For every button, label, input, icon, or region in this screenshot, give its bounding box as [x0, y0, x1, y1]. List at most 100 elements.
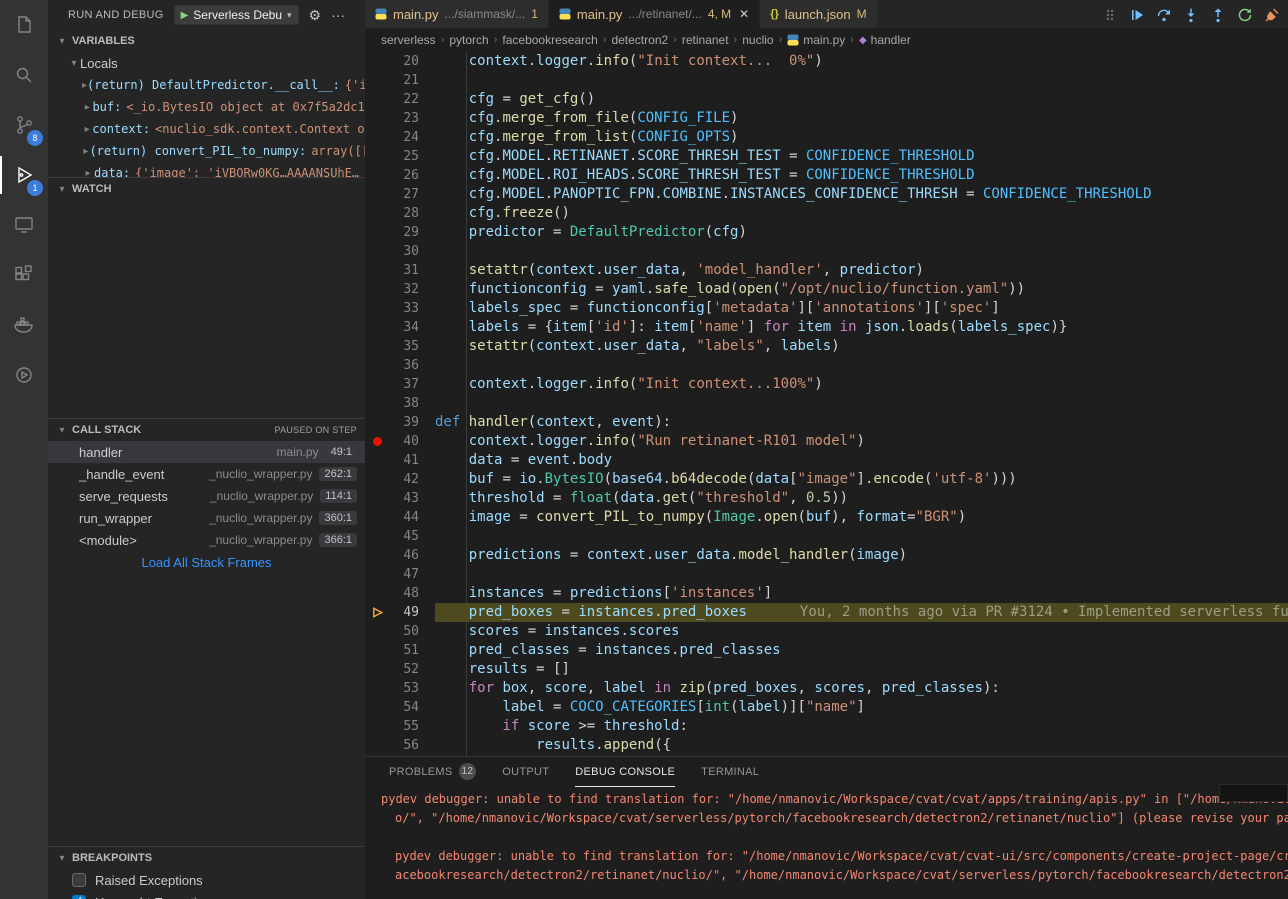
panel-tab-problems[interactable]: PROBLEMS 12 — [389, 757, 476, 787]
variable-row[interactable]: ▸ (return) DefaultPredictor.__call__: {'… — [48, 74, 365, 96]
code-line-44[interactable]: 44 image = convert_PIL_to_numpy(Image.op… — [365, 508, 1288, 527]
console-filter-input[interactable] — [1219, 784, 1288, 802]
close-icon[interactable]: ✕ — [739, 7, 749, 21]
code-line-34[interactable]: 34 labels = {item['id']: item['name'] fo… — [365, 318, 1288, 337]
breakpoints-header[interactable]: ▾ BREAKPOINTS — [48, 847, 365, 869]
code-text: cfg.MODEL.PANOPTIC_FPN.COMBINE.INSTANCES… — [435, 185, 1288, 204]
breakpoint-checkbox[interactable] — [72, 873, 86, 887]
code-line-23[interactable]: 23 cfg.merge_from_file(CONFIG_FILE) — [365, 109, 1288, 128]
breakpoint-row[interactable]: Uncaught Exceptions — [48, 891, 365, 899]
code-line-41[interactable]: 41 data = event.body — [365, 451, 1288, 470]
code-line-54[interactable]: 54 label = COCO_CATEGORIES[int(label)]["… — [365, 698, 1288, 717]
panel-tab-terminal[interactable]: TERMINAL — [701, 757, 759, 787]
code-line-40[interactable]: 40 context.logger.info("Run retinanet-R1… — [365, 432, 1288, 451]
search-icon[interactable] — [0, 50, 48, 100]
breadcrumb-item[interactable]: pytorch — [449, 33, 488, 47]
call-stack-header[interactable]: ▾ CALL STACK PAUSED ON STEP — [48, 419, 365, 441]
code-line-30[interactable]: 30 — [365, 242, 1288, 261]
stack-frame-row[interactable]: run_wrapper _nuclio_wrapper.py 360:1 — [48, 507, 365, 529]
start-debug-icon[interactable]: ▶ — [181, 10, 189, 21]
code-line-21[interactable]: 21 — [365, 71, 1288, 90]
variable-row[interactable]: ▸ context: <nuclio_sdk.context.Context o… — [48, 118, 365, 140]
code-line-55[interactable]: 55 if score >= threshold: — [365, 717, 1288, 736]
code-line-26[interactable]: 26 cfg.MODEL.ROI_HEADS.SCORE_THRESH_TEST… — [365, 166, 1288, 185]
code-line-20[interactable]: 20 context.logger.info("Init context... … — [365, 52, 1288, 71]
step-over-icon[interactable] — [1154, 4, 1174, 26]
code-line-45[interactable]: 45 — [365, 527, 1288, 546]
code-line-51[interactable]: 51 pred_classes = instances.pred_classes — [365, 641, 1288, 660]
breakpoint-row[interactable]: Raised Exceptions — [48, 869, 365, 891]
stack-frame-row[interactable]: _handle_event _nuclio_wrapper.py 262:1 — [48, 463, 365, 485]
stack-frame-row[interactable]: handler main.py 49:1 — [48, 441, 365, 463]
code-line-22[interactable]: 22 cfg = get_cfg() — [365, 90, 1288, 109]
stack-frame-row[interactable]: serve_requests _nuclio_wrapper.py 114:1 — [48, 485, 365, 507]
code-line-27[interactable]: 27 cfg.MODEL.PANOPTIC_FPN.COMBINE.INSTAN… — [365, 185, 1288, 204]
editor-tab[interactable]: main.py .../siammask/... 1 — [365, 0, 549, 28]
code-line-32[interactable]: 32 functionconfig = yaml.safe_load(open(… — [365, 280, 1288, 299]
code-line-53[interactable]: 53 for box, score, label in zip(pred_box… — [365, 679, 1288, 698]
breakpoint-icon[interactable] — [373, 437, 382, 446]
step-into-icon[interactable] — [1181, 4, 1201, 26]
code-line-46[interactable]: 46 predictions = context.user_data.model… — [365, 546, 1288, 565]
panel-tab-debug-console[interactable]: DEBUG CONSOLE — [575, 757, 675, 787]
code-line-43[interactable]: 43 threshold = float(data.get("threshold… — [365, 489, 1288, 508]
docker-icon[interactable] — [0, 300, 48, 350]
code-line-38[interactable]: 38 — [365, 394, 1288, 413]
code-line-37[interactable]: 37 context.logger.info("Init context...1… — [365, 375, 1288, 394]
breadcrumb-item[interactable]: main.py — [787, 33, 845, 47]
editor-tab[interactable]: {} launch.json M — [760, 0, 877, 28]
more-actions-icon[interactable]: ··· — [331, 7, 345, 23]
stack-frame-row[interactable]: <module> _nuclio_wrapper.py 366:1 — [48, 529, 365, 551]
variables-header[interactable]: ▾ VARIABLES — [48, 30, 365, 52]
scope-locals[interactable]: ▾ Locals — [48, 52, 365, 74]
restart-icon[interactable] — [1235, 4, 1255, 26]
watch-header[interactable]: ▾ WATCH — [48, 178, 365, 200]
test-explorer-icon[interactable] — [0, 350, 48, 400]
launch-config-dropdown[interactable]: ▶ Serverless Debu ▾ — [174, 5, 299, 25]
code-line-25[interactable]: 25 cfg.MODEL.RETINANET.SCORE_THRESH_TEST… — [365, 147, 1288, 166]
code-line-31[interactable]: 31 setattr(context.user_data, 'model_han… — [365, 261, 1288, 280]
source-control-icon[interactable]: 8 — [0, 100, 48, 150]
toolbar-grip-icon[interactable] — [1100, 4, 1120, 26]
code-line-42[interactable]: 42 buf = io.BytesIO(base64.b64decode(dat… — [365, 470, 1288, 489]
code-line-29[interactable]: 29 predictor = DefaultPredictor(cfg) — [365, 223, 1288, 242]
code-line-47[interactable]: 47 — [365, 565, 1288, 584]
breadcrumb-item[interactable]: ◆handler — [859, 33, 911, 47]
breakpoint-checkbox[interactable] — [72, 895, 86, 899]
run-and-debug-icon[interactable]: 1 — [0, 150, 48, 200]
code-line-36[interactable]: 36 — [365, 356, 1288, 375]
editor-tab[interactable]: main.py .../retinanet/... 4, M ✕ — [549, 0, 760, 28]
breadcrumb-item[interactable]: nuclio — [742, 33, 773, 47]
code-line-48[interactable]: 48 instances = predictions['instances'] — [365, 584, 1288, 603]
code-line-24[interactable]: 24 cfg.merge_from_list(CONFIG_OPTS) — [365, 128, 1288, 147]
breadcrumb-item[interactable]: facebookresearch — [502, 33, 597, 47]
variable-row[interactable]: ▸ (return) convert_PIL_to_numpy: array([… — [48, 140, 365, 162]
gutter-glyph[interactable] — [365, 437, 389, 446]
code-line-56[interactable]: 56 results.append({ — [365, 736, 1288, 755]
gear-icon[interactable]: ⚙ — [309, 7, 322, 24]
breadcrumb-item[interactable]: detectron2 — [611, 33, 668, 47]
gutter-glyph[interactable] — [365, 606, 389, 619]
debug-console-output[interactable]: pydev debugger: unable to find translati… — [365, 787, 1288, 885]
breadcrumb-item[interactable]: retinanet — [682, 33, 729, 47]
breadcrumb-item[interactable]: serverless — [381, 33, 436, 47]
panel-tab-output[interactable]: OUTPUT — [502, 757, 549, 787]
continue-icon[interactable] — [1127, 4, 1147, 26]
code-line-35[interactable]: 35 setattr(context.user_data, "labels", … — [365, 337, 1288, 356]
tab-filename: main.py — [393, 7, 439, 22]
code-line-49[interactable]: 49 pred_boxes = instances.pred_boxesYou,… — [365, 603, 1288, 622]
code-line-28[interactable]: 28 cfg.freeze() — [365, 204, 1288, 223]
code-line-39[interactable]: 39def handler(context, event): — [365, 413, 1288, 432]
remote-explorer-icon[interactable] — [0, 200, 48, 250]
variable-row[interactable]: ▸ buf: <_io.BytesIO object at 0x7f5a2dc1… — [48, 96, 365, 118]
extensions-icon[interactable] — [0, 250, 48, 300]
code-editor[interactable]: 20 context.logger.info("Init context... … — [365, 52, 1288, 756]
code-line-50[interactable]: 50 scores = instances.scores — [365, 622, 1288, 641]
variable-row[interactable]: ▸ data: {'image': 'iVBORw0KG…AAAANSUhE… — [48, 162, 365, 177]
code-line-33[interactable]: 33 labels_spec = functionconfig['metadat… — [365, 299, 1288, 318]
code-line-52[interactable]: 52 results = [] — [365, 660, 1288, 679]
load-all-stack-frames-link[interactable]: Load All Stack Frames — [48, 551, 365, 573]
step-out-icon[interactable] — [1208, 4, 1228, 26]
explorer-icon[interactable] — [0, 0, 48, 50]
disconnect-icon[interactable] — [1262, 4, 1282, 26]
